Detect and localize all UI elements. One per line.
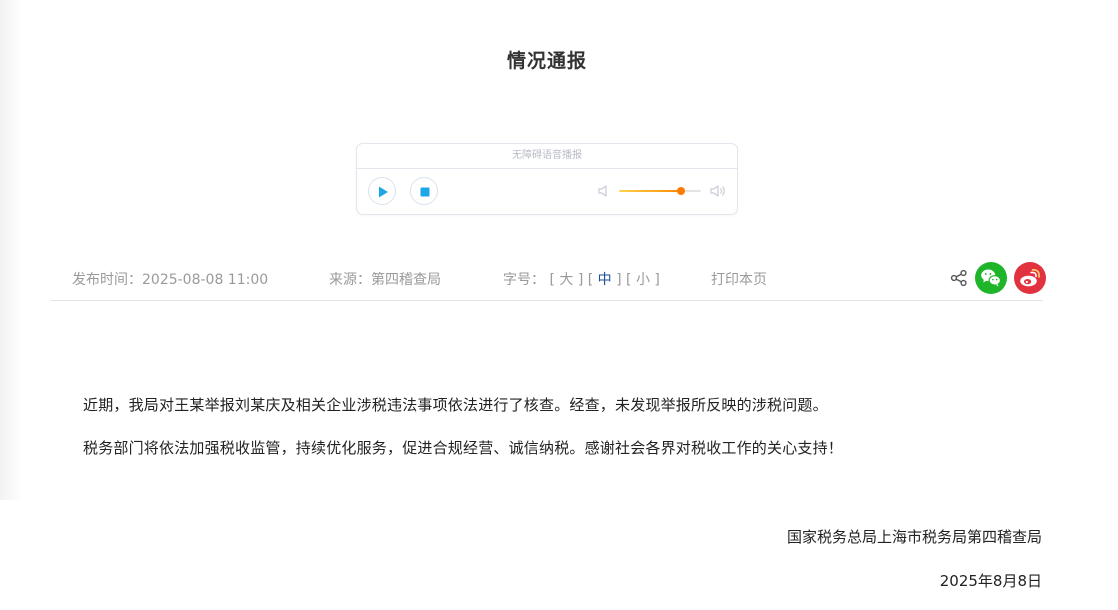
audio-player-controls bbox=[357, 169, 737, 214]
page-title: 情况通报 bbox=[506, 50, 587, 72]
play-icon bbox=[379, 186, 388, 198]
play-button[interactable] bbox=[368, 177, 396, 205]
signature-organization: 国家税务总局上海市税务局第四稽查局 bbox=[786, 528, 1042, 546]
publish-time: 发布时间：2025-08-08 11:00 bbox=[72, 272, 269, 288]
audio-player: 无障碍语音播报 bbox=[356, 143, 738, 215]
font-size-label: 字号： bbox=[503, 272, 545, 288]
stop-icon bbox=[420, 187, 430, 197]
font-size-small-text: 小 bbox=[635, 272, 650, 288]
volume-slider-fill bbox=[619, 190, 681, 192]
article-paragraph-2: 税务部门将依法加强税收监管，持续优化服务，促进合规经营、诚信纳税。感谢社会各界对… bbox=[83, 439, 844, 457]
volume-slider[interactable] bbox=[619, 187, 701, 195]
share-icon[interactable] bbox=[950, 269, 968, 287]
signature-date: 2025年8月8日 bbox=[939, 572, 1042, 590]
font-size-medium-text: 中 bbox=[597, 272, 612, 288]
weibo-share-button[interactable] bbox=[1014, 262, 1046, 294]
volume-slider-handle[interactable] bbox=[676, 187, 685, 195]
wechat-share-button[interactable] bbox=[975, 262, 1007, 294]
article-source: 来源：第四稽查局 bbox=[329, 272, 441, 288]
stop-button[interactable] bbox=[410, 177, 438, 205]
article-paragraph-1: 近期，我局对王某举报刘某庆及相关企业涉税违法事项依法进行了核查。经查，未发现举报… bbox=[83, 396, 828, 414]
volume-low-icon[interactable] bbox=[597, 184, 611, 198]
article-meta-bar: 发布时间：2025-08-08 11:00 来源：第四稽查局 字号： [ 大 ]… bbox=[50, 260, 1046, 301]
font-size-switcher: 字号： [ 大 ] [ 中 ] [ 小 ] bbox=[503, 269, 660, 289]
font-size-large-text: 大 bbox=[559, 272, 574, 288]
wechat-icon bbox=[981, 269, 1002, 287]
weibo-icon bbox=[1020, 268, 1040, 287]
font-size-small-option[interactable]: [ 小 ] bbox=[622, 272, 660, 288]
font-size-large-option[interactable]: [ 大 ] bbox=[545, 272, 583, 288]
audio-player-caption: 无障碍语音播报 bbox=[357, 144, 737, 169]
print-page-link[interactable]: 打印本页 bbox=[711, 269, 767, 289]
left-edge-shadow bbox=[0, 0, 22, 500]
volume-high-icon[interactable] bbox=[709, 184, 727, 198]
font-size-medium-option[interactable]: [ 中 ] bbox=[583, 272, 622, 288]
